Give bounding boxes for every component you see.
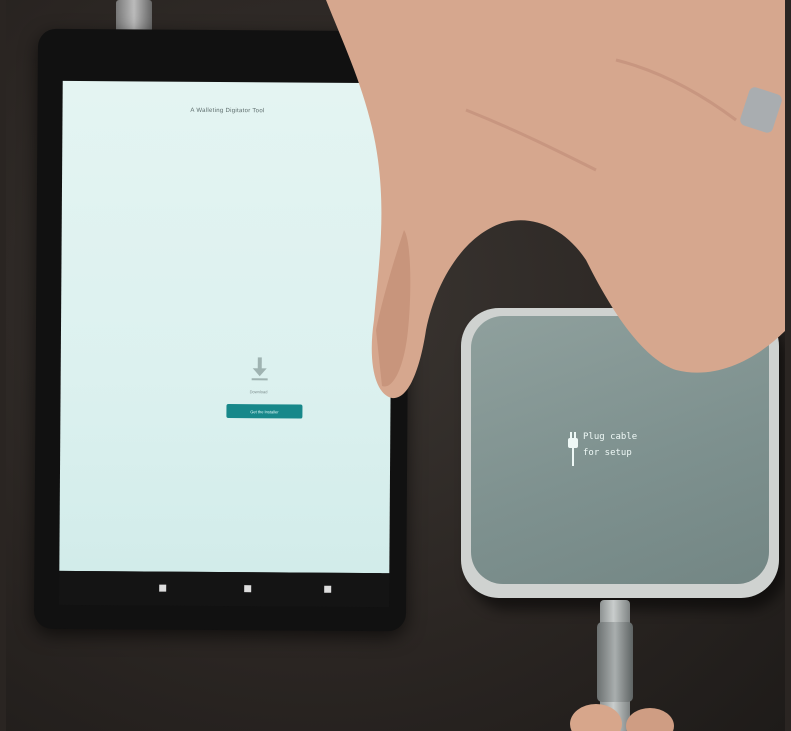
usb-cable-head [597,622,633,702]
display-line-2: for setup [583,448,632,458]
download-arrow-icon [251,357,268,381]
recents-icon[interactable] [324,585,332,593]
hand [326,0,785,399]
fingers-holding-cable [570,704,674,731]
device-display: Plug cable for setup [567,428,667,472]
photo-frame: A Walleting Digitator Tool Download Get … [6,0,785,731]
display-line-1: Plug cable [583,432,638,442]
back-icon[interactable] [159,584,167,592]
top-usb-plug [116,0,152,32]
download-caption: Download [249,389,268,395]
photo-scene: A Walleting Digitator Tool Download Get … [0,0,791,731]
plug-icon [568,432,578,466]
android-nav-bar [59,570,390,608]
get-installer-button[interactable]: Get the Installer [226,404,303,419]
home-icon[interactable] [244,585,252,593]
